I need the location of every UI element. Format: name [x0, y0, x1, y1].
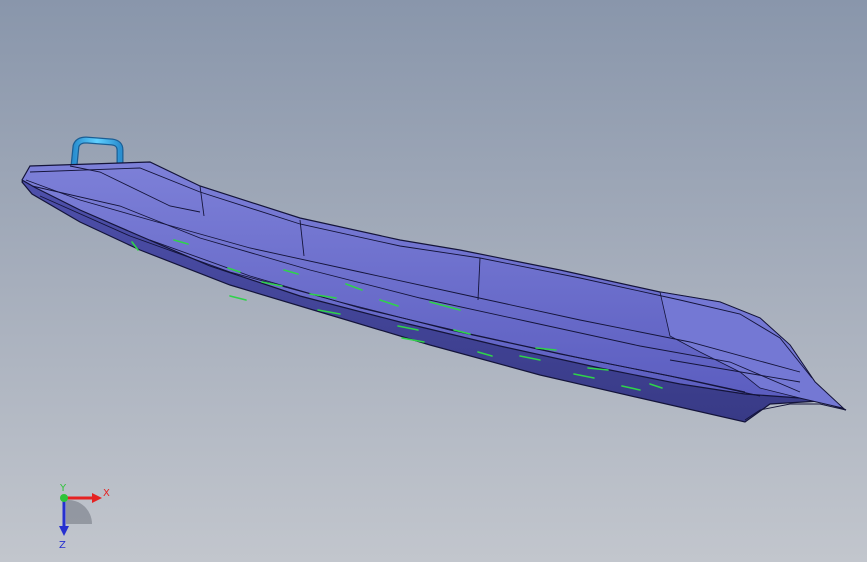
hull-deck[interactable] [21, 161, 846, 410]
x-axis-label: X [103, 488, 110, 499]
z-axis-label: Z [59, 540, 66, 550]
3d-model[interactable] [0, 0, 867, 562]
3d-viewport[interactable]: X Y Z [0, 0, 867, 562]
y-axis-label: Y [59, 483, 67, 494]
y-axis-point [60, 494, 68, 502]
triad-shadow [66, 499, 93, 524]
orientation-triad[interactable]: X Y Z [40, 480, 130, 550]
